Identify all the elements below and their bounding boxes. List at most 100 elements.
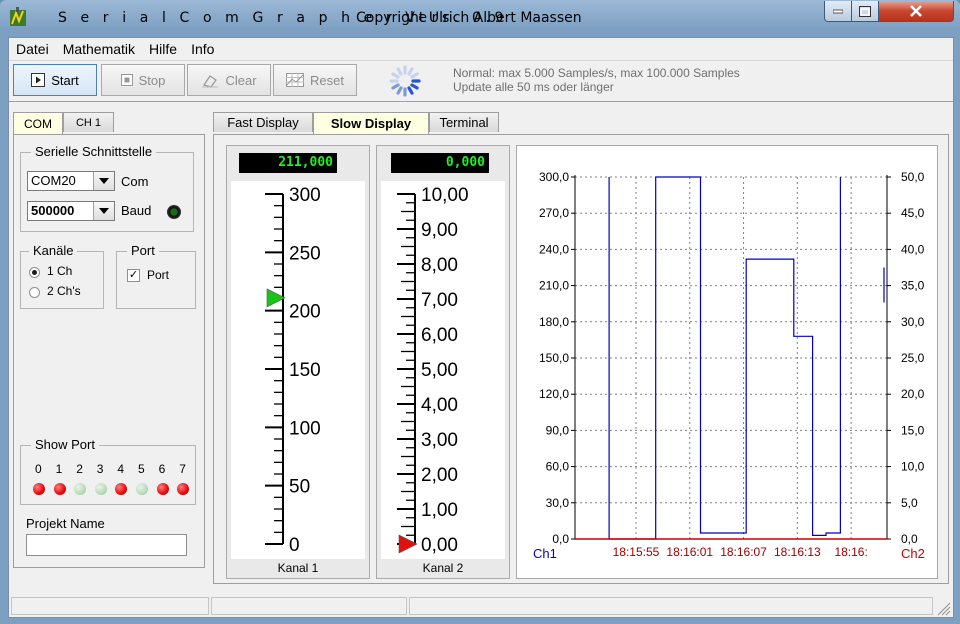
port-bit-led: [33, 483, 45, 495]
spinner-segment: [391, 72, 400, 79]
channels-group: Kanäle 1 Ch 2 Ch's: [20, 243, 104, 309]
gauge-tick-label: 10,00: [421, 185, 469, 206]
port-bit-label: 7: [179, 462, 186, 476]
stop-button[interactable]: Stop: [101, 64, 185, 96]
y-right-tick-label: 40,0: [901, 242, 925, 256]
copyright-text: Copyright Ulrich Albert Maassen: [356, 10, 582, 26]
serial-group-label: Serielle Schnittstelle: [31, 144, 157, 159]
tab-fast-display[interactable]: Fast Display: [213, 112, 313, 132]
baud-label: Baud: [121, 203, 152, 218]
tab-slow-display[interactable]: Slow Display: [313, 112, 429, 134]
minimize-icon: [833, 9, 843, 14]
gauge2-readout: 0,000: [391, 153, 489, 173]
port-bit-led: [94, 483, 107, 495]
y-left-tick-label: 150,0: [539, 351, 569, 365]
port-bit-led: [177, 483, 190, 495]
gauge-tick-label: 300: [289, 185, 321, 206]
port-bit-label: 1: [55, 462, 63, 476]
tab-slow-display-label: Slow Display: [330, 116, 412, 131]
gauge-tick-label: 1,00: [421, 500, 458, 521]
time-chart[interactable]: 300,0 270,0 240,0 210,0 180,0 150,0 120,0 90,0 6…: [516, 145, 938, 579]
gauge-kanal2: 0,000 10,00 9,00 8,00 7,00 6,00 5,00 4,00 3,00 2…: [376, 145, 510, 579]
stop-label: Stop: [138, 72, 166, 88]
gauge-tick-label: 0,00: [421, 535, 458, 556]
com-port-dropdown-arrow[interactable]: [93, 172, 114, 190]
radio-1ch-label: 1 Ch: [47, 264, 73, 278]
toolbar: Start Stop Clear Reset Normal: max 5.000…: [9, 60, 953, 102]
grid-reset-icon: [286, 73, 305, 87]
close-button[interactable]: [878, 1, 954, 22]
tab-terminal[interactable]: Terminal: [429, 112, 499, 132]
busy-spinner-icon: [389, 65, 421, 97]
show-port-group-label: Show Port: [31, 437, 99, 452]
port-bit-led: [156, 483, 169, 495]
menu-info[interactable]: Info: [184, 38, 221, 60]
tab-com[interactable]: COM: [13, 112, 63, 134]
y-right-tick-label: 35,0: [901, 279, 925, 293]
connection-led: [167, 205, 181, 219]
menu-datei[interactable]: Datei: [9, 38, 56, 60]
com-label: Com: [121, 174, 149, 189]
gauge-tick-label: 150: [289, 360, 321, 381]
menu-mathematik[interactable]: Mathematik: [56, 38, 142, 60]
sample-info-line1: Normal: max 5.000 Samples/s, max 100.000…: [453, 66, 740, 80]
radio-1ch[interactable]: [29, 267, 40, 278]
clear-button[interactable]: Clear: [187, 64, 271, 96]
menu-hilfe[interactable]: Hilfe: [142, 38, 184, 60]
maximize-button[interactable]: [851, 1, 879, 22]
close-icon: [910, 5, 922, 17]
com-settings-panel: Serielle Schnittstelle COM20 Com 500000 …: [13, 134, 205, 568]
spinner-segment: [410, 72, 419, 79]
gauge2-caption: Kanal 2: [422, 561, 464, 575]
sample-info: Normal: max 5.000 Samples/s, max 100.000…: [453, 66, 740, 94]
y-left-axis-label: Ch1: [533, 546, 557, 561]
gauge-tick-label: 100: [289, 418, 321, 439]
minimize-button[interactable]: [824, 1, 852, 22]
y-left-tick-label: 180,0: [539, 315, 569, 329]
port-bit-led: [115, 483, 128, 495]
port-checkbox-label: Port: [147, 268, 170, 282]
gauge-tick-label: 4,00: [421, 395, 458, 416]
port-checkbox[interactable]: ✓: [127, 269, 140, 282]
port-bit-label: 0: [35, 462, 42, 476]
project-name-input[interactable]: [26, 534, 187, 556]
eraser-icon: [202, 75, 219, 88]
title-bar[interactable]: S e r i a l C o m G r a p h e r Vers. 0.…: [0, 0, 960, 36]
radio-2ch[interactable]: [29, 287, 40, 298]
y-right-tick-label: 50,0: [901, 170, 925, 184]
y-right-tick-label: 0,0: [901, 532, 918, 546]
baud-rate-dropdown-arrow[interactable]: [93, 202, 114, 220]
stop-icon: [120, 74, 133, 86]
chevron-down-icon: [99, 208, 109, 214]
status-pane-1: [11, 597, 209, 615]
tab-terminal-label: Terminal: [439, 115, 489, 130]
gauge-tick-label: 200: [289, 302, 321, 323]
play-icon: [31, 73, 46, 87]
clear-label: Clear: [225, 72, 257, 88]
port-bit-label: 3: [96, 462, 104, 476]
gauge-tick-label: 7,00: [421, 290, 458, 311]
resize-grip-icon[interactable]: [935, 600, 951, 616]
app-icon[interactable]: [8, 7, 28, 29]
y-left-tick-label: 270,0: [539, 206, 569, 220]
port-bit-led: [74, 483, 87, 495]
tab-com-label: COM: [24, 116, 52, 131]
gauge2-scale-area: 10,00 9,00 8,00 7,00 6,00 5,00 4,00 3,00 2,00 1,0…: [381, 181, 505, 559]
spinner-segment: [407, 86, 414, 95]
port-bit-led: [53, 483, 66, 495]
reset-button[interactable]: Reset: [273, 64, 357, 96]
gauge1-scale: 300 250 200 150 100 50 0: [265, 185, 321, 556]
radio-2ch-label: 2 Ch's: [47, 284, 81, 298]
y-left-tick-label: 90,0: [546, 423, 570, 437]
com-port-select[interactable]: COM20: [27, 171, 115, 191]
sample-info-line2: Update alle 50 ms oder länger: [453, 80, 614, 94]
baud-rate-select[interactable]: 500000: [27, 201, 115, 221]
tab-ch1[interactable]: CH 1: [63, 112, 114, 132]
serial-group: Serielle Schnittstelle COM20 Com 500000 …: [20, 144, 194, 232]
gauge-tick-label: 8,00: [421, 255, 458, 276]
gauge-tick-label: 2,00: [421, 465, 458, 486]
start-button[interactable]: Start: [13, 64, 97, 96]
x-tick-label: 18:16:01: [666, 545, 713, 559]
port-bit-label: 6: [158, 462, 166, 476]
status-pane-2: [211, 597, 407, 615]
